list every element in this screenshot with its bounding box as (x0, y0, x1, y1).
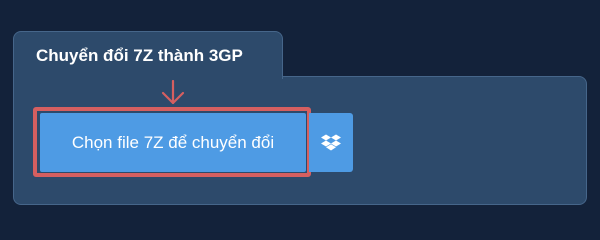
choose-file-button[interactable]: Chọn file 7Z để chuyển đổi (40, 113, 306, 172)
tab-panel-join (14, 74, 282, 78)
tab-title: Chuyển đổi 7Z thành 3GP (36, 46, 243, 65)
converter-tab: Chuyển đổi 7Z thành 3GP (13, 31, 283, 79)
arrow-down-icon (161, 80, 185, 105)
dropbox-button[interactable] (309, 113, 353, 172)
dropbox-icon (321, 134, 341, 150)
